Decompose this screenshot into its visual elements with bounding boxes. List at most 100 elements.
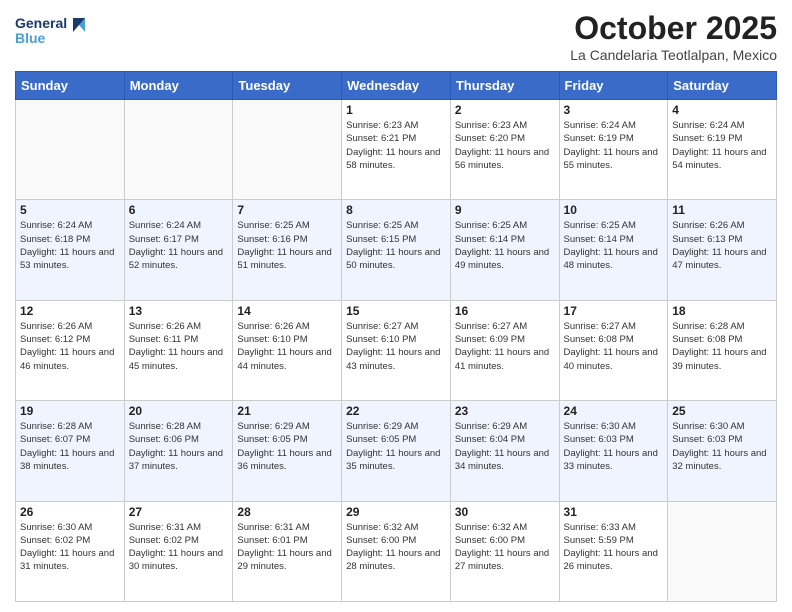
- day-info: Sunrise: 6:31 AM Sunset: 6:02 PM Dayligh…: [129, 521, 229, 574]
- day-number: 1: [346, 103, 446, 117]
- week-row-1: 1 Sunrise: 6:23 AM Sunset: 6:21 PM Daylig…: [16, 100, 777, 200]
- day-info: Sunrise: 6:23 AM Sunset: 6:20 PM Dayligh…: [455, 119, 555, 172]
- day-number: 12: [20, 304, 120, 318]
- day-info: Sunrise: 6:33 AM Sunset: 5:59 PM Dayligh…: [564, 521, 664, 574]
- day-number: 15: [346, 304, 446, 318]
- day-number: 7: [237, 203, 337, 217]
- day-info: Sunrise: 6:32 AM Sunset: 6:00 PM Dayligh…: [455, 521, 555, 574]
- day-info: Sunrise: 6:28 AM Sunset: 6:06 PM Dayligh…: [129, 420, 229, 473]
- calendar-cell: 31Sunrise: 6:33 AM Sunset: 5:59 PM Dayli…: [559, 501, 668, 601]
- calendar-cell: 15 Sunrise: 6:27 AM Sunset: 6:10 PM Dayli…: [342, 300, 451, 400]
- column-header-wednesday: Wednesday: [342, 72, 451, 100]
- calendar: SundayMondayTuesdayWednesdayThursdayFrid…: [15, 71, 777, 602]
- calendar-cell: 17 Sunrise: 6:27 AM Sunset: 6:08 PM Dayli…: [559, 300, 668, 400]
- calendar-cell: 4 Sunrise: 6:24 AM Sunset: 6:19 PM Daylig…: [668, 100, 777, 200]
- day-info: Sunrise: 6:30 AM Sunset: 6:03 PM Dayligh…: [564, 420, 664, 473]
- calendar-cell: 9Sunrise: 6:25 AM Sunset: 6:14 PM Daylig…: [450, 200, 559, 300]
- week-row-2: 5 Sunrise: 6:24 AM Sunset: 6:18 PM Daylig…: [16, 200, 777, 300]
- calendar-cell: 27 Sunrise: 6:31 AM Sunset: 6:02 PM Dayli…: [124, 501, 233, 601]
- day-info: Sunrise: 6:27 AM Sunset: 6:10 PM Dayligh…: [346, 320, 446, 373]
- calendar-cell: 19Sunrise: 6:28 AM Sunset: 6:07 PM Dayli…: [16, 401, 125, 501]
- column-header-tuesday: Tuesday: [233, 72, 342, 100]
- logo: General Blue: [15, 10, 85, 60]
- svg-text:General: General: [15, 15, 67, 31]
- day-number: 16: [455, 304, 555, 318]
- day-number: 25: [672, 404, 772, 418]
- day-info: Sunrise: 6:27 AM Sunset: 6:08 PM Dayligh…: [564, 320, 664, 373]
- day-info: Sunrise: 6:26 AM Sunset: 6:11 PM Dayligh…: [129, 320, 229, 373]
- day-number: 2: [455, 103, 555, 117]
- calendar-cell: 11 Sunrise: 6:26 AM Sunset: 6:13 PM Dayli…: [668, 200, 777, 300]
- calendar-header: SundayMondayTuesdayWednesdayThursdayFrid…: [16, 72, 777, 100]
- calendar-cell: 22Sunrise: 6:29 AM Sunset: 6:05 PM Dayli…: [342, 401, 451, 501]
- day-info: Sunrise: 6:29 AM Sunset: 6:05 PM Dayligh…: [237, 420, 337, 473]
- svg-text:Blue: Blue: [15, 30, 46, 46]
- calendar-cell: 25 Sunrise: 6:30 AM Sunset: 6:03 PM Dayli…: [668, 401, 777, 501]
- calendar-cell: [124, 100, 233, 200]
- calendar-cell: 7Sunrise: 6:25 AM Sunset: 6:16 PM Daylig…: [233, 200, 342, 300]
- day-info: Sunrise: 6:29 AM Sunset: 6:04 PM Dayligh…: [455, 420, 555, 473]
- calendar-body: 1 Sunrise: 6:23 AM Sunset: 6:21 PM Daylig…: [16, 100, 777, 602]
- header: General Blue October 2025 La Candelaria …: [15, 10, 777, 63]
- week-row-3: 12 Sunrise: 6:26 AM Sunset: 6:12 PM Dayli…: [16, 300, 777, 400]
- calendar-cell: 3 Sunrise: 6:24 AM Sunset: 6:19 PM Daylig…: [559, 100, 668, 200]
- day-info: Sunrise: 6:23 AM Sunset: 6:21 PM Dayligh…: [346, 119, 446, 172]
- day-number: 21: [237, 404, 337, 418]
- calendar-cell: 1 Sunrise: 6:23 AM Sunset: 6:21 PM Daylig…: [342, 100, 451, 200]
- day-number: 22: [346, 404, 446, 418]
- day-info: Sunrise: 6:24 AM Sunset: 6:19 PM Dayligh…: [564, 119, 664, 172]
- day-info: Sunrise: 6:26 AM Sunset: 6:10 PM Dayligh…: [237, 320, 337, 373]
- day-number: 5: [20, 203, 120, 217]
- day-info: Sunrise: 6:25 AM Sunset: 6:14 PM Dayligh…: [564, 219, 664, 272]
- calendar-cell: 28Sunrise: 6:31 AM Sunset: 6:01 PM Dayli…: [233, 501, 342, 601]
- day-number: 8: [346, 203, 446, 217]
- day-info: Sunrise: 6:24 AM Sunset: 6:18 PM Dayligh…: [20, 219, 120, 272]
- calendar-cell: [668, 501, 777, 601]
- day-number: 30: [455, 505, 555, 519]
- calendar-cell: 20 Sunrise: 6:28 AM Sunset: 6:06 PM Dayli…: [124, 401, 233, 501]
- calendar-cell: 13 Sunrise: 6:26 AM Sunset: 6:11 PM Dayli…: [124, 300, 233, 400]
- day-info: Sunrise: 6:24 AM Sunset: 6:19 PM Dayligh…: [672, 119, 772, 172]
- title-section: October 2025 La Candelaria Teotlalpan, M…: [570, 10, 777, 63]
- day-number: 29: [346, 505, 446, 519]
- day-number: 18: [672, 304, 772, 318]
- calendar-cell: 8Sunrise: 6:25 AM Sunset: 6:15 PM Daylig…: [342, 200, 451, 300]
- day-number: 27: [129, 505, 229, 519]
- day-number: 3: [564, 103, 664, 117]
- day-info: Sunrise: 6:28 AM Sunset: 6:08 PM Dayligh…: [672, 320, 772, 373]
- day-info: Sunrise: 6:26 AM Sunset: 6:13 PM Dayligh…: [672, 219, 772, 272]
- column-header-saturday: Saturday: [668, 72, 777, 100]
- calendar-cell: 21 Sunrise: 6:29 AM Sunset: 6:05 PM Dayli…: [233, 401, 342, 501]
- calendar-cell: 5 Sunrise: 6:24 AM Sunset: 6:18 PM Daylig…: [16, 200, 125, 300]
- main-title: October 2025: [570, 10, 777, 47]
- calendar-cell: 14 Sunrise: 6:26 AM Sunset: 6:10 PM Dayli…: [233, 300, 342, 400]
- day-info: Sunrise: 6:30 AM Sunset: 6:02 PM Dayligh…: [20, 521, 120, 574]
- day-number: 14: [237, 304, 337, 318]
- calendar-cell: 30 Sunrise: 6:32 AM Sunset: 6:00 PM Dayli…: [450, 501, 559, 601]
- day-info: Sunrise: 6:30 AM Sunset: 6:03 PM Dayligh…: [672, 420, 772, 473]
- day-info: Sunrise: 6:28 AM Sunset: 6:07 PM Dayligh…: [20, 420, 120, 473]
- day-number: 11: [672, 203, 772, 217]
- day-number: 6: [129, 203, 229, 217]
- day-info: Sunrise: 6:26 AM Sunset: 6:12 PM Dayligh…: [20, 320, 120, 373]
- day-number: 4: [672, 103, 772, 117]
- day-number: 17: [564, 304, 664, 318]
- day-info: Sunrise: 6:27 AM Sunset: 6:09 PM Dayligh…: [455, 320, 555, 373]
- calendar-cell: 23 Sunrise: 6:29 AM Sunset: 6:04 PM Dayli…: [450, 401, 559, 501]
- calendar-cell: 16 Sunrise: 6:27 AM Sunset: 6:09 PM Dayli…: [450, 300, 559, 400]
- calendar-cell: 18 Sunrise: 6:28 AM Sunset: 6:08 PM Dayli…: [668, 300, 777, 400]
- day-number: 10: [564, 203, 664, 217]
- day-info: Sunrise: 6:32 AM Sunset: 6:00 PM Dayligh…: [346, 521, 446, 574]
- calendar-cell: 2 Sunrise: 6:23 AM Sunset: 6:20 PM Daylig…: [450, 100, 559, 200]
- day-info: Sunrise: 6:31 AM Sunset: 6:01 PM Dayligh…: [237, 521, 337, 574]
- calendar-cell: 26Sunrise: 6:30 AM Sunset: 6:02 PM Dayli…: [16, 501, 125, 601]
- column-header-friday: Friday: [559, 72, 668, 100]
- day-number: 20: [129, 404, 229, 418]
- subtitle: La Candelaria Teotlalpan, Mexico: [570, 47, 777, 63]
- day-info: Sunrise: 6:24 AM Sunset: 6:17 PM Dayligh…: [129, 219, 229, 272]
- day-number: 23: [455, 404, 555, 418]
- day-number: 9: [455, 203, 555, 217]
- column-header-sunday: Sunday: [16, 72, 125, 100]
- day-number: 13: [129, 304, 229, 318]
- week-row-5: 26Sunrise: 6:30 AM Sunset: 6:02 PM Dayli…: [16, 501, 777, 601]
